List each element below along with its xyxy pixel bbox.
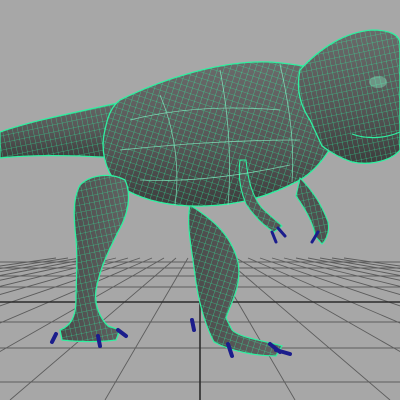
grid-line [223, 257, 391, 400]
eye-highlight [369, 76, 387, 88]
claw [116, 328, 128, 338]
grid-line [0, 257, 69, 270]
grid-line [247, 257, 400, 324]
right-arm[interactable] [295, 176, 330, 245]
3d-viewport[interactable] [0, 0, 400, 400]
claw [50, 332, 58, 344]
near-hind-leg[interactable] [59, 174, 130, 343]
grid-line [235, 257, 400, 353]
grid-line [283, 257, 400, 287]
claw [96, 334, 102, 348]
claw [190, 318, 196, 332]
grid-line [331, 257, 400, 270]
claw [270, 230, 278, 244]
viewport-scene[interactable] [0, 0, 400, 400]
grid-line [271, 257, 400, 295]
grid-line [259, 257, 400, 307]
claw [276, 226, 287, 238]
